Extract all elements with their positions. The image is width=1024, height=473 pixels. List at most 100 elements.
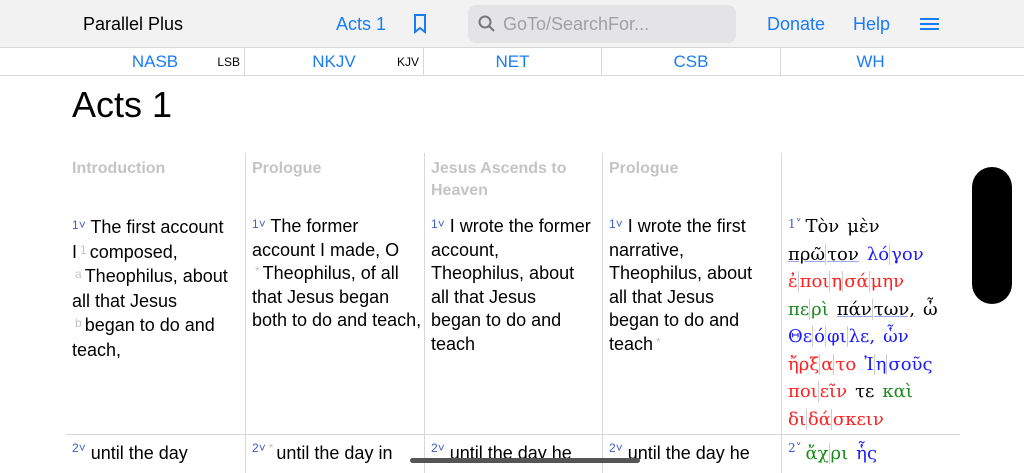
verse-number[interactable]: 2 (609, 441, 616, 455)
greek-word[interactable]: λό γον (867, 243, 924, 265)
syllable: ὧν (883, 326, 909, 347)
footnote-marker[interactable]: * (656, 335, 661, 349)
verse-1: 1˅ I wrote the former account, Theophilu… (431, 216, 591, 354)
tab-wh[interactable]: WH (781, 48, 960, 76)
syllable: ὦ (923, 298, 938, 320)
greek-word[interactable]: πε ρὶ (788, 298, 829, 320)
tab-nasb[interactable]: NASB LSB (66, 48, 245, 76)
syllable: δά (805, 408, 831, 430)
tab-alt-lsb[interactable]: LSB (217, 55, 240, 69)
greek-word[interactable]: τε (855, 381, 874, 402)
syllable: των, (871, 298, 916, 320)
column-csb: Prologue 1˅ I wrote the first narrative,… (602, 153, 781, 473)
home-indicator (410, 458, 640, 463)
menu-icon[interactable] (920, 18, 939, 33)
footnote-marker[interactable]: * (269, 441, 274, 455)
tab-net[interactable]: NET (424, 48, 602, 76)
greek-line: πρῶ τον λό γον (788, 241, 946, 269)
verse-number[interactable]: 2 (431, 441, 438, 455)
verse-text: until the day in (276, 443, 393, 463)
greek-word[interactable]: Τὸν (805, 216, 839, 237)
verse-number[interactable]: 2 (72, 441, 79, 455)
chapter-selector[interactable]: Acts 1 (336, 14, 386, 35)
greek-word[interactable]: δι δά σκειν (788, 408, 884, 430)
syllable: καὶ (882, 381, 913, 402)
greek-line: Θε ό φι λε, ὧν (788, 323, 946, 351)
donate-link[interactable]: Donate (767, 14, 825, 35)
column-nasb: Introduction 1˅ The first account I 1 comp… (66, 153, 245, 473)
syllable: σά (842, 271, 869, 292)
syllable: λε, (846, 326, 876, 347)
tab-csb[interactable]: CSB (602, 48, 781, 76)
syllable: δι (788, 408, 806, 430)
tab-label: NET (495, 52, 530, 71)
verse-1: 1˅ I wrote the first narrative, Theophil… (609, 216, 753, 354)
greek-word[interactable]: Ἰη σοῦς (864, 353, 933, 375)
syllable: ἧς (856, 443, 878, 464)
section-heading: Prologue (252, 160, 322, 177)
verse-text: I wrote the former account, Theophilus, … (431, 216, 591, 354)
greek-word[interactable]: ὧν (883, 326, 909, 347)
greek-verse-1: 1˅ Τὸν μὲν πρῶ τον λό γον ἐ ποι η σά μην πε ρὶ πάν των… (788, 213, 946, 433)
tab-alt-kjv[interactable]: KJV (397, 55, 419, 69)
greek-word[interactable]: ἐ ποι η σά μην (788, 271, 905, 292)
syllable: εῖν (817, 381, 848, 402)
syllable: ποι (788, 381, 818, 402)
syllable: ἐ (788, 271, 798, 292)
syllable: ό (812, 326, 825, 347)
search-input[interactable]: GoTo/SearchFor... (468, 5, 736, 43)
verse-text: began to do and teach, (72, 315, 215, 360)
verse-number[interactable]: 1 (431, 217, 438, 231)
greek-word[interactable]: μὲν (847, 216, 879, 237)
section-heading: Jesus Ascends to Heaven (431, 160, 567, 199)
greek-word[interactable]: πάν των, (836, 298, 916, 320)
syllable: πρῶ (788, 243, 826, 265)
syllable: μην (868, 271, 905, 292)
syllable: Τὸν (805, 216, 840, 237)
column-wh: 1˅ Τὸν μὲν πρῶ τον λό γον ἐ ποι η σά μην πε ρὶ πάν των… (781, 153, 960, 473)
verse-number[interactable]: 1 (788, 217, 796, 231)
greek-word[interactable]: Θε ό φι λε, (788, 326, 876, 347)
search-icon (478, 15, 495, 32)
syllable: Θε (788, 326, 813, 347)
section-heading: Prologue (609, 160, 679, 177)
greek-word[interactable]: ἤρξ α το (788, 353, 857, 375)
verse-number[interactable]: 1 (72, 218, 79, 232)
greek-word[interactable]: ποι εῖν (788, 381, 848, 402)
verse-number[interactable]: 2 (252, 441, 259, 455)
verse-chevron-icon[interactable]: ˅ (796, 441, 806, 455)
verse-1: 1˅ The former account I made, O * Theophi… (252, 216, 422, 330)
greek-word[interactable]: ἧς (856, 443, 877, 464)
tab-nkjv[interactable]: NKJV KJV (245, 48, 424, 76)
greek-word[interactable]: καὶ (882, 381, 912, 402)
section-heading: Introduction (72, 160, 166, 177)
verse-number[interactable]: 1 (609, 217, 616, 231)
greek-line: 1˅ Τὸν μὲν (788, 213, 946, 241)
page-title: Acts 1 (72, 84, 173, 125)
greek-line: δι δά σκειν (788, 406, 946, 434)
column-net: Jesus Ascends to Heaven 1˅ I wrote the f… (424, 153, 602, 473)
greek-word[interactable]: πρῶ τον (788, 243, 859, 265)
greek-word[interactable]: ἄχ ρι (805, 443, 849, 464)
help-link[interactable]: Help (853, 14, 890, 35)
crossref-marker[interactable]: a (75, 267, 82, 281)
greek-word[interactable]: ὦ (923, 299, 938, 320)
row-divider (66, 434, 960, 435)
scrollbar-thumb[interactable] (972, 167, 1012, 304)
verse-number[interactable]: 2 (788, 441, 796, 455)
greek-line: πε ρὶ πάν των, ὦ (788, 296, 946, 324)
footnote-marker[interactable]: 1 (80, 243, 87, 257)
verse-number[interactable]: 1 (252, 217, 259, 231)
verse-chevron-icon[interactable]: ˅ (796, 217, 806, 231)
crossref-marker[interactable]: b (75, 316, 82, 330)
app-title: Parallel Plus (83, 14, 184, 34)
syllable: σκειν (830, 408, 884, 430)
bookmark-icon[interactable] (413, 14, 427, 34)
syllable: πάν (836, 298, 872, 320)
syllable: γον (889, 243, 924, 265)
verse-text: The former account I made, O (252, 216, 400, 260)
verse-chevron-icon[interactable]: ˅ (79, 218, 86, 232)
verse-text: Theophilus, about all that Jesus (72, 266, 228, 311)
greek-verse-2: 2˅ ἄχ ρι ἧς (788, 441, 885, 464)
footnote-marker[interactable]: * (255, 264, 260, 278)
